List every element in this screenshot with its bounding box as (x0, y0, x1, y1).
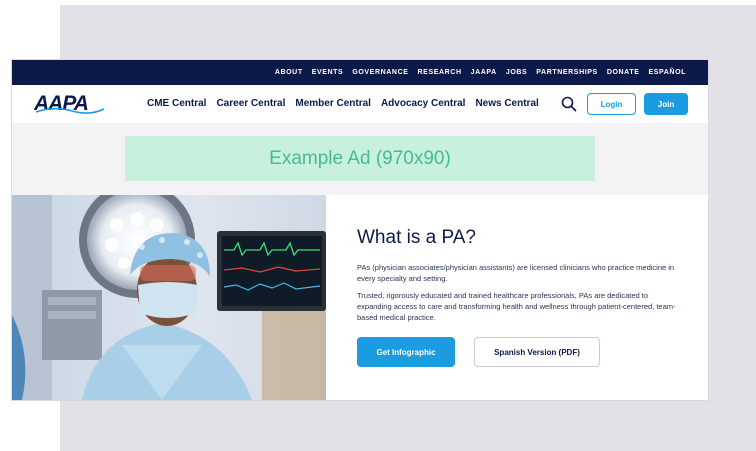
nav-advocacy-central[interactable]: Advocacy Central (381, 98, 465, 109)
utility-link-partnerships[interactable]: PARTNERSHIPS (536, 69, 598, 76)
utility-link-events[interactable]: EVENTS (312, 69, 344, 76)
hero-paragraph-1: PAs (physician associates/physician assi… (357, 263, 675, 283)
utility-link-jobs[interactable]: JOBS (506, 69, 527, 76)
hero-copy: What is a PA? PAs (physician associates/… (357, 227, 677, 329)
nav-cme-central[interactable]: CME Central (147, 98, 206, 109)
browser-screenshot: ABOUT EVENTS GOVERNANCE RESEARCH JAAPA J… (12, 60, 708, 400)
utility-link-donate[interactable]: DONATE (607, 69, 640, 76)
main-nav: AAPA CME Central Career Central Member C… (12, 85, 708, 123)
utility-link-about[interactable]: ABOUT (275, 69, 303, 76)
spanish-version-button[interactable]: Spanish Version (PDF) (474, 337, 600, 367)
nav-career-central[interactable]: Career Central (216, 98, 285, 109)
hero-cta-row: Get Infographic Spanish Version (PDF) (357, 337, 600, 367)
utility-link-espanol[interactable]: ESPAÑOL (648, 69, 686, 76)
logo-text: AAPA (34, 92, 88, 115)
utility-link-jaapa[interactable]: JAAPA (471, 69, 497, 76)
primary-nav-links: CME Central Career Central Member Centra… (147, 98, 539, 109)
ad-band: Example Ad (970x90) (12, 123, 708, 195)
utility-nav: ABOUT EVENTS GOVERNANCE RESEARCH JAAPA J… (12, 60, 708, 85)
search-icon[interactable] (560, 95, 578, 113)
nav-member-central[interactable]: Member Central (295, 98, 371, 109)
hero-paragraph-2: Trusted, rigorously educated and trained… (357, 291, 676, 322)
join-button[interactable]: Join (644, 93, 688, 115)
surgeon-photo (12, 195, 326, 400)
utility-link-governance[interactable]: GOVERNANCE (352, 69, 408, 76)
hero-section: What is a PA? PAs (physician associates/… (12, 195, 708, 400)
get-infographic-button[interactable]: Get Infographic (357, 337, 455, 367)
login-button[interactable]: Login (587, 93, 636, 115)
hero-title: What is a PA? (357, 227, 476, 248)
utility-link-research[interactable]: RESEARCH (418, 69, 462, 76)
aapa-logo[interactable]: AAPA (34, 92, 106, 116)
ad-placeholder[interactable]: Example Ad (970x90) (125, 136, 595, 181)
nav-news-central[interactable]: News Central (475, 98, 538, 109)
